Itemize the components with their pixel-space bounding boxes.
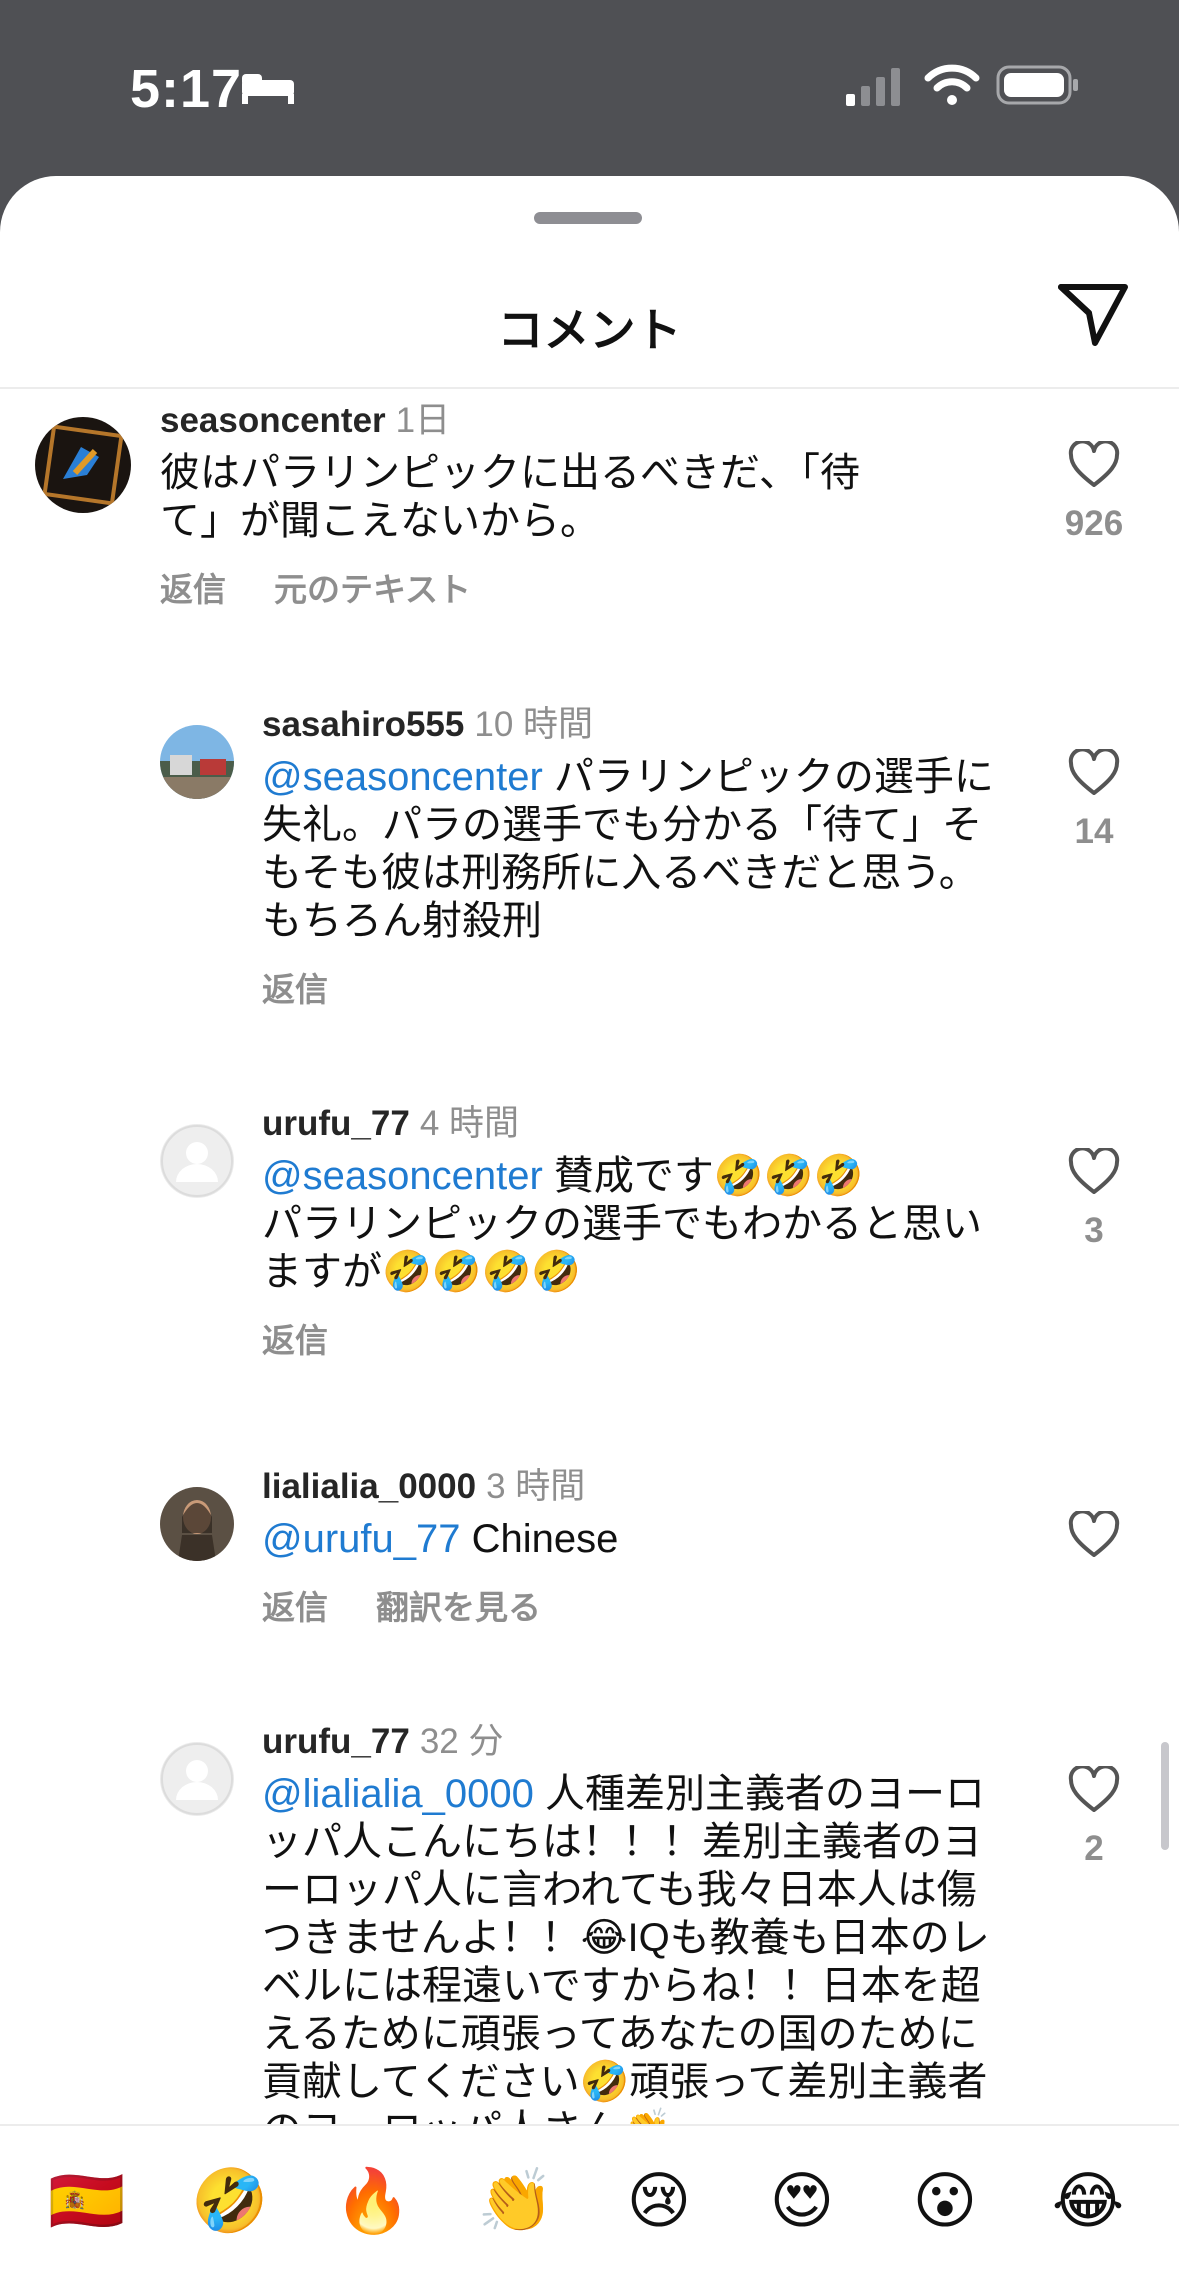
comment-text: 賛成です🤣🤣🤣 <box>553 1154 864 1198</box>
heart-icon[interactable] <box>1067 439 1121 489</box>
wifi-icon <box>924 62 980 111</box>
comment-username[interactable]: seasoncenter <box>160 401 386 440</box>
comment-text: 人種差別主義者のヨーロッパ人こんにちは！！！差別主義者のヨーロッパ人に言われても… <box>262 1772 990 2152</box>
comment-time: 3 時間 <box>486 1467 586 1506</box>
comments-list[interactable]: seasoncenter 1日 彼はパラリンピックに出るべきだ､「待て」が聞こえな… <box>0 389 1179 2274</box>
avatar[interactable] <box>160 1124 234 1198</box>
battery-icon <box>996 64 1080 111</box>
emoji-button-crying[interactable]: 😢 <box>614 2162 704 2242</box>
mention-link[interactable]: @lialialia_0000 <box>262 1772 534 1816</box>
mention-link[interactable]: @urufu_77 <box>262 1517 461 1561</box>
comment-time: 10 時間 <box>474 705 594 744</box>
comment-time: 1日 <box>395 401 451 440</box>
share-button[interactable] <box>1055 279 1131 351</box>
comment-username[interactable]: urufu_77 <box>262 1722 410 1761</box>
reply-button[interactable]: 返信 <box>160 571 226 608</box>
reply-button[interactable]: 返信 <box>262 1589 328 1626</box>
comment-text: Chinese <box>471 1517 619 1561</box>
avatar[interactable] <box>160 725 234 799</box>
like-count: 926 <box>1064 504 1124 543</box>
heart-icon[interactable] <box>1067 747 1121 797</box>
sleep-icon <box>240 70 296 111</box>
send-icon <box>1058 284 1128 346</box>
comment-username[interactable]: urufu_77 <box>262 1104 410 1143</box>
emoji-button-clap[interactable]: 👏 <box>471 2162 561 2242</box>
comments-sheet: コメント seasoncenter 1日 彼はパラリンピックに出るべきだ､「待て」… <box>0 176 1179 2274</box>
emoji-button-heart-eyes[interactable]: 😍 <box>757 2162 847 2242</box>
emoji-button-spain-flag[interactable]: 🇪🇸 <box>42 2162 132 2242</box>
scrollbar[interactable] <box>1161 1742 1169 1850</box>
like-count: 14 <box>1074 812 1114 851</box>
status-time: 5:17 <box>130 59 243 119</box>
comment-text: パラリンピックの選手でもわかると思いますが🤣🤣🤣🤣 <box>262 1202 982 1294</box>
emoji-reaction-bar: 🇪🇸 🤣 🔥 👏 😢 😍 😮 😂 <box>0 2124 1179 2276</box>
mention-link[interactable]: @seasoncenter <box>262 755 543 799</box>
emoji-button-tears-of-joy[interactable]: 😂 <box>1043 2162 1133 2242</box>
comment-time: 4 時間 <box>419 1104 520 1143</box>
emoji-button-surprised[interactable]: 😮 <box>900 2162 990 2242</box>
sheet-grabber[interactable] <box>534 212 642 224</box>
comment-text: 彼はパラリンピックに出るべきだ､「待て」が聞こえないから。 <box>160 451 860 543</box>
mention-link[interactable]: @seasoncenter <box>262 1154 543 1198</box>
emoji-button-fire[interactable]: 🔥 <box>328 2162 418 2242</box>
status-bar: 5:17 <box>0 0 1179 176</box>
like-count: 2 <box>1084 1829 1104 1868</box>
heart-icon[interactable] <box>1067 1764 1121 1814</box>
emoji-button-rofl[interactable]: 🤣 <box>185 2162 275 2242</box>
heart-icon[interactable] <box>1067 1509 1121 1559</box>
see-translation-button[interactable]: 翻訳を見る <box>376 1589 541 1626</box>
avatar[interactable] <box>160 1487 234 1561</box>
reply-button[interactable]: 返信 <box>262 971 328 1008</box>
heart-icon[interactable] <box>1067 1146 1121 1196</box>
comment-time: 32 分 <box>419 1722 504 1761</box>
like-count: 3 <box>1084 1211 1104 1250</box>
avatar[interactable] <box>160 1742 234 1816</box>
original-text-button[interactable]: 元のテキスト <box>274 571 471 608</box>
comment-username[interactable]: lialialia_0000 <box>262 1467 476 1506</box>
comment-username[interactable]: sasahiro555 <box>262 705 464 744</box>
avatar[interactable] <box>35 417 131 513</box>
sheet-title: コメント <box>497 304 682 356</box>
cellular-signal-icon <box>846 66 902 111</box>
reply-button[interactable]: 返信 <box>262 1322 328 1359</box>
